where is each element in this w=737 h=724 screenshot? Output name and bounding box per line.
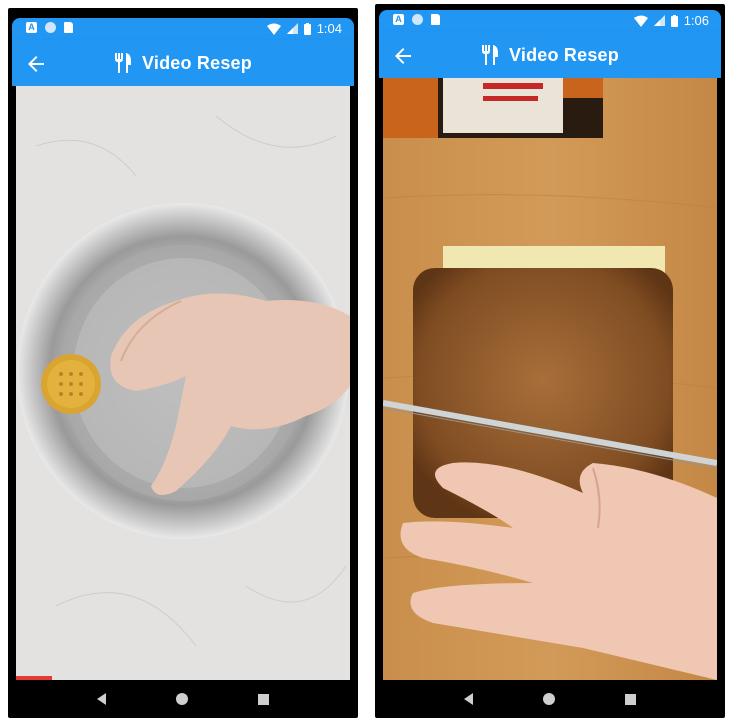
page-title: Video Resep (142, 52, 252, 73)
fork-knife-icon (482, 45, 499, 65)
wifi-icon (633, 15, 648, 27)
status-bar: A 1:06 (379, 10, 721, 32)
system-nav-bar (8, 680, 358, 718)
fork-knife-icon (115, 53, 132, 73)
nav-recents-icon[interactable] (258, 693, 269, 705)
app-bar: Video Resep (379, 32, 721, 78)
video-frame (383, 78, 717, 680)
signal-icon (286, 23, 298, 34)
video-frame (16, 86, 350, 680)
system-nav-bar (375, 680, 725, 718)
battery-icon (670, 14, 678, 27)
video-player[interactable] (16, 86, 350, 680)
nav-recents-icon[interactable] (625, 693, 636, 705)
nav-home-icon[interactable] (176, 693, 188, 705)
phone-screen-left: A 1:04 Video Resep (8, 8, 358, 718)
sync-icon (412, 14, 423, 25)
signal-icon (653, 15, 665, 26)
page-title: Video Resep (509, 44, 619, 65)
phone-screen-right: A 1:06 Video Resep (375, 4, 725, 718)
status-bar: A 1:04 (12, 18, 354, 40)
wifi-icon (266, 23, 281, 35)
nav-back-icon[interactable] (464, 693, 473, 705)
video-player[interactable] (383, 78, 717, 680)
notification-icon: A (393, 14, 404, 25)
nav-back-icon[interactable] (97, 693, 106, 705)
notification-icon: A (26, 22, 37, 33)
sync-icon (45, 22, 56, 33)
sd-card-icon (64, 22, 73, 33)
status-time: 1:06 (683, 13, 709, 28)
status-time: 1:04 (316, 21, 342, 36)
battery-icon (303, 22, 311, 35)
nav-home-icon[interactable] (543, 693, 555, 705)
app-bar: Video Resep (12, 40, 354, 86)
sd-card-icon (431, 14, 440, 25)
